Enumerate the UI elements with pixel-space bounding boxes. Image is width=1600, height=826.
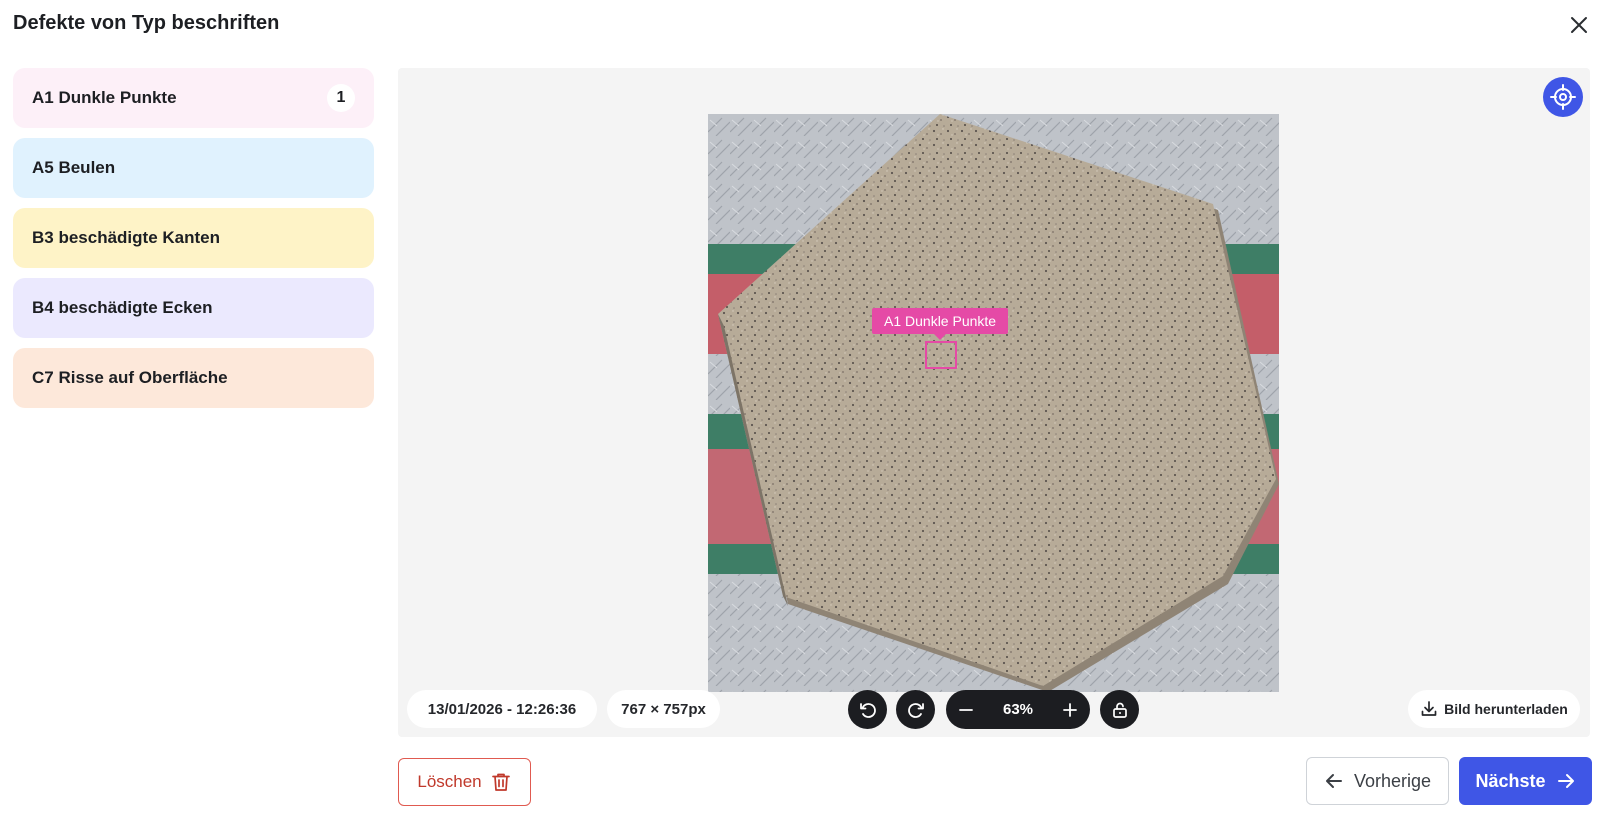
arrow-right-icon [1557,774,1574,788]
previous-button[interactable]: Vorherige [1306,757,1449,805]
zoom-control: 63% [946,690,1090,729]
next-button[interactable]: Nächste [1459,757,1592,805]
defect-type-list: A1 Dunkle Punkte 1 A5 Beulen B3 beschädi… [13,68,374,418]
image-viewer: A1 Dunkle Punkte 13/01/2026 - 12:26:36 7… [398,68,1590,737]
zoom-in-button[interactable] [1058,698,1082,722]
previous-label: Vorherige [1353,770,1432,791]
delete-button[interactable]: Löschen [398,758,531,806]
defect-item-b3[interactable]: B3 beschädigte Kanten [13,208,374,268]
delete-label: Löschen [417,772,482,791]
focus-target-button[interactable] [1543,77,1583,117]
annotation-bounding-box[interactable] [925,341,957,369]
rotate-right-button[interactable] [896,690,935,729]
rotate-left-icon [859,702,876,718]
defect-item-label: B4 beschädigte Ecken [32,298,213,317]
defect-count-badge: 1 [327,84,355,112]
defect-item-label: B3 beschädigte Kanten [32,228,220,247]
close-button[interactable] [1566,12,1592,38]
defect-item-c7[interactable]: C7 Risse auf Oberfläche [13,348,374,408]
minus-icon [959,708,973,711]
arrow-left-icon [1325,774,1342,788]
close-icon [1571,17,1587,33]
unlock-icon [1112,702,1127,718]
lock-toggle-button[interactable] [1100,690,1139,729]
defect-item-a5[interactable]: A5 Beulen [13,138,374,198]
crosshair-icon [1550,84,1576,110]
tile-photo [708,114,1279,692]
rotate-right-icon [907,702,924,718]
image-dimensions: 767 × 757px [607,690,720,728]
download-icon [1421,701,1437,716]
defect-item-label: A5 Beulen [32,158,116,177]
image-timestamp: 13/01/2026 - 12:26:36 [407,690,597,728]
defect-item-label: A1 Dunkle Punkte [32,88,177,107]
inspection-image[interactable]: A1 Dunkle Punkte [708,114,1279,692]
trash-icon [491,773,510,791]
rotate-left-button[interactable] [848,690,887,729]
defect-item-b4[interactable]: B4 beschädigte Ecken [13,278,374,338]
zoom-out-button[interactable] [954,698,978,722]
plus-icon [1063,702,1077,717]
defect-item-a1[interactable]: A1 Dunkle Punkte 1 [13,68,374,128]
page-title: Defekte von Typ beschriften [13,12,280,34]
download-label: Bild herunterladen [1444,701,1568,717]
zoom-level: 63% [1002,701,1034,718]
annotation-label[interactable]: A1 Dunkle Punkte [872,308,1009,340]
download-image-button[interactable]: Bild herunterladen [1408,690,1580,728]
defect-item-label: C7 Risse auf Oberfläche [32,368,228,387]
next-label: Nächste [1475,770,1546,791]
